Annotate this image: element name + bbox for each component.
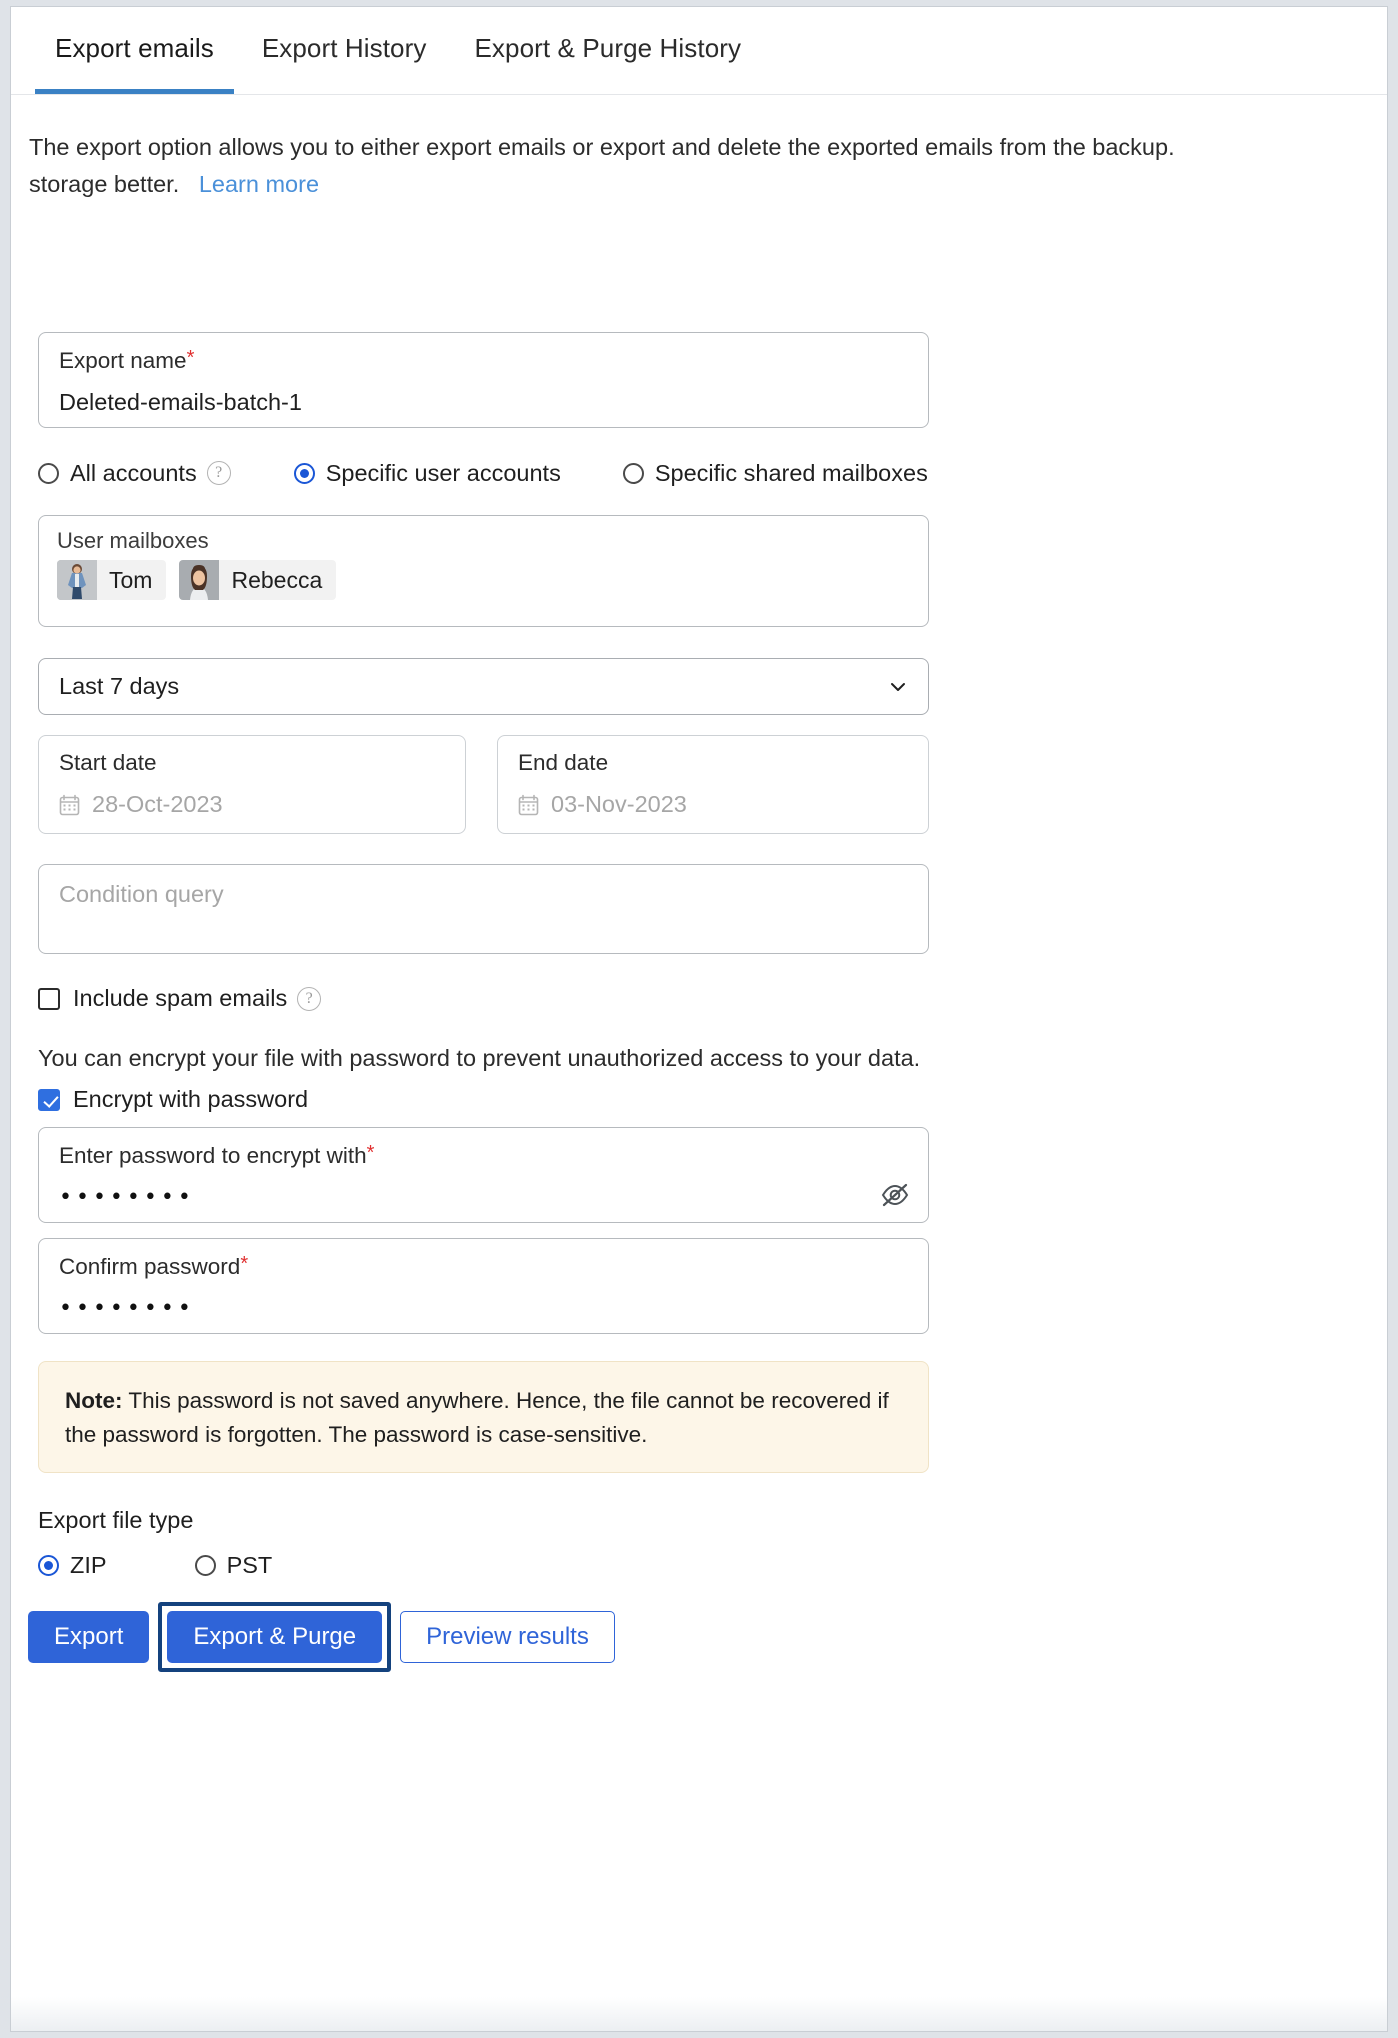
mailbox-chip-rebecca[interactable]: Rebecca (179, 560, 336, 600)
mailbox-chip-tom-name: Tom (97, 567, 166, 594)
radio-all-accounts-indicator (38, 463, 59, 484)
export-and-purge-button[interactable]: Export & Purge (167, 1611, 382, 1663)
confirm-password-value: •••••••• (59, 1296, 908, 1321)
form-content: The export option allows you to either e… (11, 129, 1387, 203)
date-range-select[interactable]: Last 7 days (38, 658, 929, 715)
chevron-down-icon (890, 679, 906, 695)
export-button[interactable]: Export (28, 1611, 149, 1663)
end-date-label: End date (518, 750, 608, 775)
encryption-password-input[interactable]: Enter password to encrypt with* •••••••• (38, 1127, 929, 1223)
mailbox-chip-tom[interactable]: Tom (57, 560, 166, 600)
tab-export-history-label: Export History (262, 33, 427, 63)
panel-bottom-edge (11, 1997, 1387, 2031)
learn-more-link[interactable]: Learn more (199, 171, 319, 197)
radio-all-accounts-label: All accounts (70, 460, 197, 487)
encryption-description: You can encrypt your file with password … (38, 1045, 920, 1072)
mailbox-chip-list: Tom Rebecca (57, 560, 910, 600)
start-date-label: Start date (59, 750, 157, 775)
user-mailboxes-label: User mailboxes (57, 528, 209, 553)
tab-export-purge-history[interactable]: Export & Purge History (450, 33, 765, 94)
start-date-input[interactable]: Start date 28-Oct-2023 (38, 735, 466, 834)
radio-specific-shared-mailboxes-indicator (623, 463, 644, 484)
help-icon-all-accounts[interactable]: ? (207, 461, 231, 485)
preview-results-button[interactable]: Preview results (400, 1611, 615, 1663)
tab-export-history[interactable]: Export History (238, 33, 451, 94)
encryption-password-label: Enter password to encrypt with* (59, 1143, 374, 1168)
export-file-type-label: Export file type (38, 1507, 193, 1534)
encryption-password-value: •••••••• (59, 1185, 908, 1210)
required-asterisk-confirm: * (240, 1253, 248, 1275)
export-name-label-text: Export name (59, 348, 187, 373)
encrypt-with-password-checkbox[interactable]: Encrypt with password (38, 1086, 308, 1113)
export-purge-focus-ring: Export & Purge (158, 1602, 391, 1672)
include-spam-emails-label: Include spam emails (73, 985, 287, 1012)
help-icon-spam[interactable]: ? (297, 987, 321, 1011)
action-button-row: Export Export & Purge Preview results (28, 1602, 615, 1672)
encrypt-with-password-box (38, 1089, 60, 1111)
intro-line-1: The export option allows you to either e… (29, 129, 1369, 166)
export-file-type-radio-group: ZIP PST (38, 1552, 272, 1579)
radio-specific-user-accounts-indicator (294, 463, 315, 484)
radio-file-type-zip[interactable]: ZIP (38, 1552, 107, 1579)
export-name-label: Export name* (59, 348, 908, 374)
condition-query-placeholder: Condition query (59, 881, 224, 907)
user-mailboxes-selector[interactable]: User mailboxes Tom (38, 515, 929, 627)
mailbox-chip-rebecca-name: Rebecca (219, 567, 336, 594)
include-spam-emails-box (38, 988, 60, 1010)
encrypt-with-password-label: Encrypt with password (73, 1086, 308, 1113)
radio-file-type-pst-indicator (195, 1555, 216, 1576)
end-date-value: 03-Nov-2023 (551, 791, 687, 818)
account-scope-radio-group: All accounts ? Specific user accounts Sp… (38, 457, 1038, 489)
note-body: This password is not saved anywhere. Hen… (65, 1388, 889, 1447)
tab-bar: Export emails Export History Export & Pu… (11, 7, 1387, 95)
password-note-banner: Note: This password is not saved anywher… (38, 1361, 929, 1473)
eye-off-icon[interactable] (880, 1182, 910, 1208)
date-range-selected-value: Last 7 days (59, 673, 179, 700)
intro-line-2: storage better. (29, 171, 179, 197)
calendar-icon-end (518, 794, 539, 816)
condition-query-input[interactable]: Condition query (38, 864, 929, 954)
tab-export-emails[interactable]: Export emails (31, 33, 238, 94)
radio-file-type-zip-label: ZIP (70, 1552, 107, 1579)
start-date-value: 28-Oct-2023 (92, 791, 223, 818)
end-date-input[interactable]: End date 03-Nov-2023 (497, 735, 929, 834)
tab-export-purge-history-label: Export & Purge History (474, 33, 741, 63)
avatar-tom (57, 560, 97, 600)
export-name-value: Deleted-emails-batch-1 (59, 389, 908, 416)
radio-specific-shared-mailboxes-label: Specific shared mailboxes (655, 460, 928, 487)
radio-specific-shared-mailboxes[interactable]: Specific shared mailboxes (623, 460, 928, 487)
note-prefix: Note: (65, 1388, 123, 1413)
required-asterisk: * (187, 347, 195, 369)
export-emails-panel: Export emails Export History Export & Pu… (10, 6, 1388, 2032)
radio-specific-user-accounts-label: Specific user accounts (326, 460, 561, 487)
confirm-password-label: Confirm password* (59, 1254, 248, 1279)
calendar-icon-start (59, 794, 80, 816)
radio-file-type-zip-indicator (38, 1555, 59, 1576)
include-spam-emails-checkbox[interactable]: Include spam emails ? (38, 985, 321, 1012)
radio-file-type-pst[interactable]: PST (195, 1552, 273, 1579)
radio-specific-user-accounts[interactable]: Specific user accounts (294, 460, 561, 487)
required-asterisk-password: * (367, 1142, 375, 1164)
avatar-rebecca (179, 560, 219, 600)
confirm-password-label-text: Confirm password (59, 1254, 240, 1279)
confirm-password-input[interactable]: Confirm password* •••••••• (38, 1238, 929, 1334)
encryption-password-label-text: Enter password to encrypt with (59, 1143, 367, 1168)
radio-file-type-pst-label: PST (227, 1552, 273, 1579)
radio-all-accounts[interactable]: All accounts ? (38, 460, 231, 487)
tab-export-emails-label: Export emails (55, 33, 214, 63)
export-name-input[interactable]: Export name* Deleted-emails-batch-1 (38, 332, 929, 428)
intro-description: The export option allows you to either e… (29, 129, 1369, 203)
